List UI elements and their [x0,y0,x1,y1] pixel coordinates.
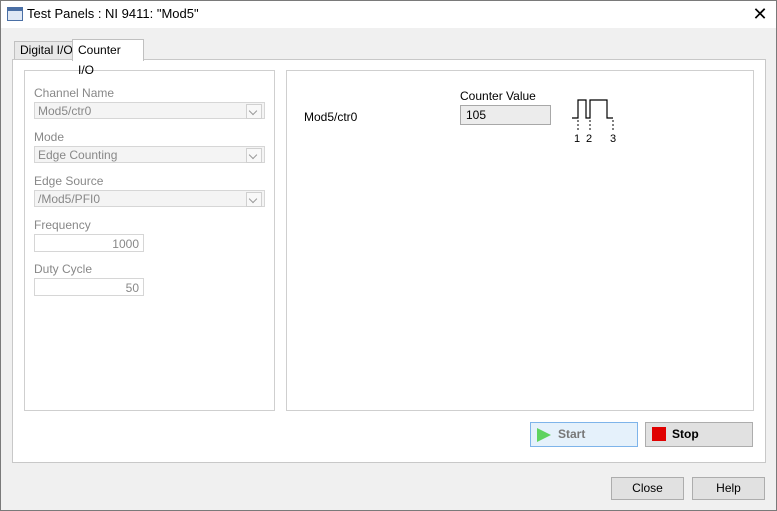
close-button[interactable]: Close [611,477,684,500]
play-icon [537,428,551,442]
channel-name-select[interactable]: Mod5/ctr0 [34,102,265,119]
stop-icon [652,427,666,441]
counter-value-label: Counter Value [460,89,536,103]
test-panels-window: Test Panels : NI 9411: "Mod5" ✕ Digital … [0,0,777,511]
frequency-field[interactable]: 1000 [34,234,144,252]
chevron-down-icon[interactable] [246,148,262,163]
channel-display-label: Mod5/ctr0 [304,110,358,124]
pulse-marker-1: 1 [574,133,580,145]
mode-label: Mode [34,130,65,144]
pulse-marker-2: 2 [586,133,592,145]
counter-value-field: 105 [460,105,551,125]
duty-cycle-field[interactable]: 50 [34,278,144,296]
stop-label: Stop [672,427,699,441]
mode-value: Edge Counting [38,148,118,162]
tab-counter-io[interactable]: Counter I/O [72,39,144,77]
help-button[interactable]: Help [692,477,765,500]
start-label: Start [558,427,586,441]
channel-name-label: Channel Name [34,86,115,100]
title-bar: Test Panels : NI 9411: "Mod5" ✕ [1,1,776,28]
edge-counting-pulse-icon: 1 2 3 [572,99,616,145]
pulse-marker-3: 3 [610,133,616,145]
close-window-icon[interactable]: ✕ [746,3,774,25]
mode-select[interactable]: Edge Counting [34,146,265,163]
app-window-icon [7,7,23,21]
config-group: Channel Name Mod5/ctr0 Mode Edge Countin… [24,70,275,411]
stop-button[interactable]: Stop [645,422,753,447]
edge-source-select[interactable]: /Mod5/PFI0 [34,190,265,207]
window-title: Test Panels : NI 9411: "Mod5" [27,6,199,21]
chevron-down-icon[interactable] [246,192,262,207]
duty-cycle-label: Duty Cycle [34,262,93,276]
counter-io-panel: Channel Name Mod5/ctr0 Mode Edge Countin… [12,59,766,463]
edge-source-value: /Mod5/PFI0 [38,192,101,206]
channel-name-value: Mod5/ctr0 [38,104,92,118]
chevron-down-icon[interactable] [246,104,262,119]
edge-source-label: Edge Source [34,174,104,188]
counter-display-group: Mod5/ctr0 Counter Value 105 1 2 3 [286,70,754,411]
frequency-label: Frequency [34,218,91,232]
start-button[interactable]: Start [530,422,638,447]
